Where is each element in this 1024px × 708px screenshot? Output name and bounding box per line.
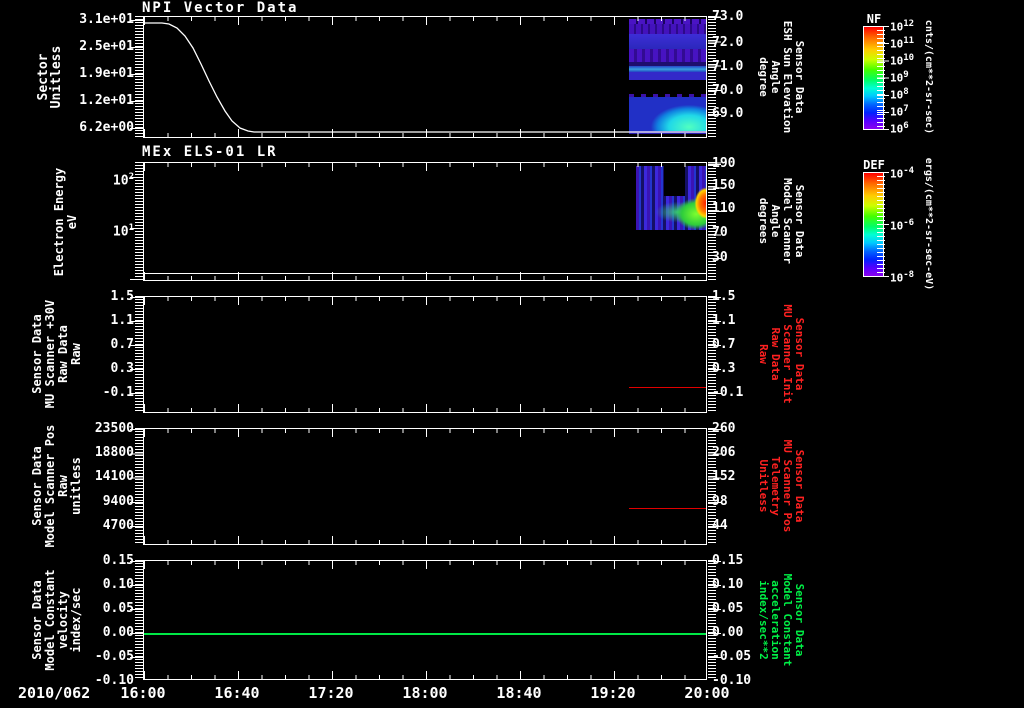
p1-ytick-left: 6.2e+00 [79,120,134,135]
colorbar-def-title: DEF [863,158,885,172]
panel3-plot-area [143,296,707,413]
nf-tick: 107 [890,104,909,119]
p5-ytick-right: 0.15 [712,553,744,568]
x-ticks-bottom [144,129,706,137]
x-ticks-bottom [144,404,706,412]
p2-ylabel-left: Electron Energy eV [52,167,79,277]
p1-ylabel-right: Sensor Data ESH Sun Elevation Angle degr… [757,20,806,134]
def-tick: 10-8 [890,270,915,285]
panel5-plot-area [143,560,707,680]
panel2-title: MEx ELS-01 LR [142,144,278,160]
p2-ylabel-right: Sensor Data Model Scanner Angle degrees [757,177,806,265]
colorbar-def-majors [877,172,889,277]
p1-ylabel-left: Sector Unitless [36,45,64,109]
xtick-label: 18:00 [402,684,448,702]
x-ticks-top [144,17,706,25]
panel1-title: NPI Vector Data [142,0,299,16]
nf-tick: 109 [890,70,909,85]
colorbar-nf-majors [877,26,889,130]
x-ticks-top [144,297,706,305]
p3-ylabel-right: Sensor Data MU Scanner Init Raw Data Raw [757,304,806,404]
xtick-label: 17:20 [308,684,354,702]
x-ticks-top [144,561,706,569]
x-ticks-bottom [144,536,706,544]
panel2-spectrogram [636,166,706,230]
p5-ylabel-left: Sensor Data Model Constant velocity inde… [30,569,83,671]
panel3-red-line [629,387,706,388]
nf-tick: 1010 [890,53,915,68]
panel4-red-line [629,508,706,509]
colorbar-nf-title: NF [866,12,882,26]
xtick-label: 20:00 [684,684,730,702]
p2-ytick-right: 190 [712,156,736,171]
xtick-label: 19:20 [590,684,636,702]
x-ticks-bottom [144,272,706,280]
panel5-green-line [144,633,706,635]
plot-page: NPI Vector Data MEx ELS-01 LR 3.1e+01 2.… [0,0,1024,708]
panel1-sector-line [144,22,706,133]
nf-tick: 1011 [890,36,915,51]
xtick-label: 16:40 [214,684,260,702]
xtick-label: 16:00 [120,684,166,702]
p1-ytick-left: 3.1e+01 [79,12,134,27]
p4-ytick-right: 260 [712,421,736,436]
p3-ytick-right: 1.5 [712,289,736,304]
xtick-label: 18:40 [496,684,542,702]
x-ticks-top [144,163,706,171]
def-tick: 10-4 [890,166,915,181]
x-ticks-bottom [144,671,706,679]
panel4-plot-area [143,428,707,545]
x-ticks-top [144,429,706,437]
colorbar-def-unit: ergs/(cm**2-sr-sec-eV) [923,157,934,291]
colorbar-nf-unit: cnts/(cm**2-sr-sec) [923,19,934,135]
nf-tick: 1012 [890,19,915,34]
p4-ylabel-right: Sensor Data MU Scanner Pos Telemetry Uni… [757,439,806,533]
nf-tick: 106 [890,121,909,136]
p5-ylabel-right: Sensor Data Model Constant acceleration … [757,573,806,667]
def-tick: 10-6 [890,218,915,233]
nf-tick: 108 [890,87,909,102]
panel1-plot-area [143,16,707,138]
p5-ytick-left: 0.15 [102,553,134,568]
p4-ylabel-left: Sensor Data Model Scanner Pos Raw unitle… [30,424,83,548]
panel2-plot-area [143,162,707,281]
p3-ylabel-left: Sensor Data MU Scanner +30V Raw Data Raw [30,299,83,409]
